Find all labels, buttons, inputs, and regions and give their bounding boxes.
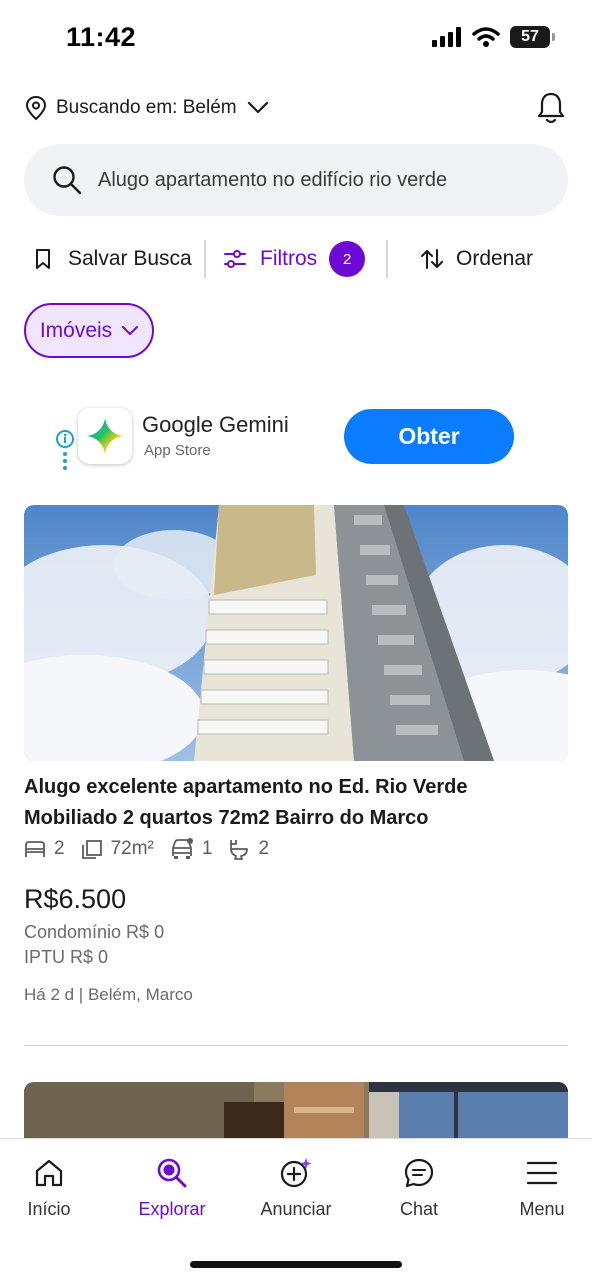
gemini-logo (78, 408, 132, 464)
tab-label: Início (27, 1199, 71, 1219)
tab-label: Menu (519, 1199, 565, 1219)
sort-button[interactable]: Ordenar (388, 247, 533, 271)
filters-button[interactable]: Filtros 2 (206, 241, 386, 277)
chevron-down-icon (247, 101, 268, 114)
category-chip[interactable]: Imóveis (24, 303, 154, 358)
feature-parking: 1 (170, 838, 213, 860)
location-pin-icon (25, 95, 47, 121)
hamburger-menu-icon (526, 1161, 558, 1185)
ad-info-icon[interactable] (54, 430, 76, 472)
listing-title-line: Mobiliado 2 quartos 72m2 Bairro do Marco (24, 807, 429, 829)
home-indicator (190, 1261, 402, 1268)
home-icon (35, 1159, 63, 1187)
listing-features: 2 72m² 1 2 (24, 838, 285, 860)
feature-area: 72m² (81, 838, 154, 860)
listing-photo[interactable] (24, 505, 568, 761)
ad-banner[interactable]: Google Gemini App Store Obter (50, 400, 550, 474)
tab-inicio[interactable]: Início (0, 1157, 104, 1220)
signal-icon (432, 27, 461, 47)
search-input[interactable]: Alugo apartamento no edifício rio verde (24, 144, 568, 216)
status-time: 11:42 (66, 22, 137, 52)
add-post-icon (280, 1158, 312, 1188)
category-chip-label: Imóveis (39, 318, 113, 342)
bottom-tab-bar: Início Explorar Anunciar Chat Menu (0, 1138, 592, 1280)
condo-fee: Condomínio R$ 0 (24, 922, 165, 942)
sort-arrows-icon (421, 249, 443, 269)
bed-icon (25, 841, 45, 857)
area-value: 72m² (110, 838, 154, 859)
ad-get-button[interactable]: Obter (344, 409, 514, 464)
tab-label: Explorar (138, 1199, 206, 1219)
ad-subtitle: App Store (144, 442, 211, 459)
listing-title-line: Alugo excelente apartamento no Ed. Rio V… (24, 776, 468, 798)
wifi-icon (472, 27, 500, 47)
tab-label: Chat (399, 1199, 439, 1219)
feature-bedrooms: 2 (24, 838, 65, 860)
listing-price: R$6.500 (24, 884, 127, 914)
listing-meta: Há 2 d | Belém, Marco (24, 985, 193, 1004)
gemini-sparkle-icon (87, 418, 123, 454)
search-icon (53, 166, 82, 195)
listing-separator (24, 1045, 568, 1046)
tab-label: Anunciar (260, 1199, 332, 1219)
search-query: Alugo apartamento no edifício rio verde (98, 168, 448, 191)
save-search-button[interactable]: Salvar Busca (24, 247, 204, 271)
location-label: Buscando em: Belém (56, 97, 237, 118)
ad-title: Google Gemini (142, 412, 289, 437)
sort-label: Ordenar (456, 247, 534, 270)
status-icons: 57 (432, 26, 555, 48)
iptu-fee: IPTU R$ 0 (24, 947, 109, 967)
building-photo (24, 505, 568, 761)
chevron-down-icon (122, 325, 139, 335)
search-actions: Salvar Busca Filtros 2 Ordenar (24, 238, 568, 280)
tab-chat[interactable]: Chat (364, 1157, 474, 1220)
tab-anunciar[interactable]: Anunciar (241, 1157, 351, 1220)
listing-title[interactable]: Alugo excelente apartamento no Ed. Rio V… (24, 772, 568, 834)
filters-label: Filtros (260, 247, 318, 270)
filters-count-badge: 2 (329, 241, 366, 277)
battery-indicator: 57 (510, 26, 555, 48)
area-icon (81, 840, 102, 859)
save-search-label: Salvar Busca (68, 247, 192, 270)
status-bar: 11:42 57 (0, 0, 592, 80)
search-icon (157, 1158, 187, 1188)
bathrooms-value: 2 (258, 838, 270, 859)
feature-bathrooms: 2 (228, 838, 269, 860)
location-selector[interactable]: Buscando em: Belém (24, 88, 568, 128)
parking-value: 1 (201, 838, 213, 859)
tab-explorar[interactable]: Explorar (117, 1157, 227, 1220)
chat-bubble-icon (404, 1158, 434, 1188)
bedrooms-value: 2 (54, 838, 65, 859)
car-icon (171, 838, 193, 859)
bookmark-icon (36, 249, 50, 269)
sliders-icon (224, 250, 246, 268)
toilet-icon (230, 840, 249, 860)
tab-menu[interactable]: Menu (487, 1157, 592, 1220)
notification-bell-icon[interactable] (536, 91, 566, 125)
